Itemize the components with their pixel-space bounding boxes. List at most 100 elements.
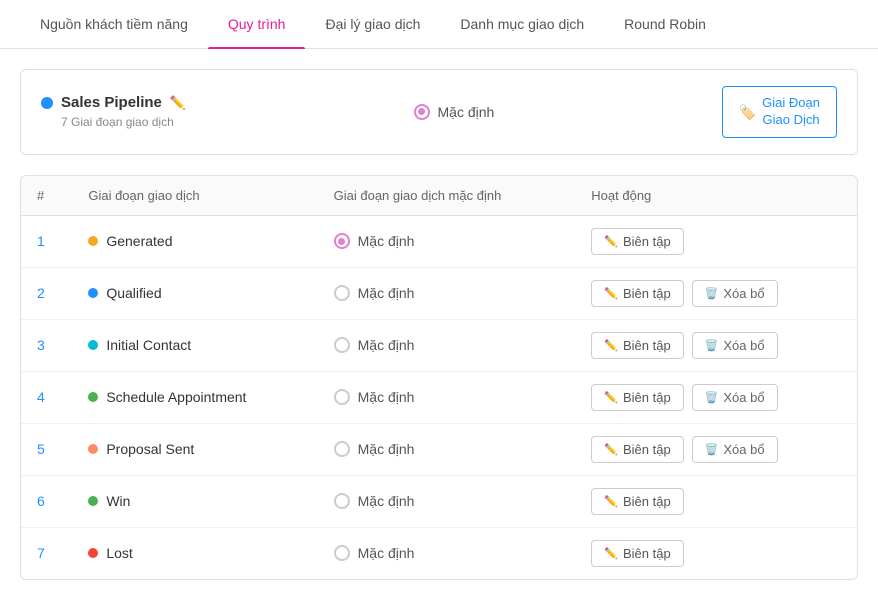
- default-radio-cell: Mặc định: [318, 215, 576, 267]
- stages-table-wrapper: # Giai đoạn giao dịch Giai đoạn giao dịc…: [20, 175, 858, 580]
- trash-icon: 🗑️: [705, 287, 719, 300]
- default-radio-cell: Mặc định: [318, 423, 576, 475]
- edit-button[interactable]: ✏️ Biên tập: [591, 488, 683, 515]
- col-default: Giai đoạn giao dịch mặc định: [318, 176, 576, 216]
- pipeline-title: Sales Pipeline: [61, 94, 162, 111]
- row-number: 6: [21, 475, 72, 527]
- col-stage: Giai đoạn giao dịch: [72, 176, 317, 216]
- stage-label: Qualified: [106, 285, 161, 301]
- col-action: Hoạt động: [575, 176, 857, 216]
- edit-icon: ✏️: [604, 495, 618, 508]
- default-radio-label: Mặc định: [358, 337, 415, 353]
- stage-name-cell: Initial Contact: [72, 319, 317, 371]
- col-num: #: [21, 176, 72, 216]
- stage-label: Schedule Appointment: [106, 389, 246, 405]
- action-cell: ✏️ Biên tập: [575, 527, 857, 579]
- row-number: 5: [21, 423, 72, 475]
- default-radio-label: Mặc định: [358, 493, 415, 509]
- edit-button[interactable]: ✏️ Biên tập: [591, 332, 683, 359]
- btn-stage-text: Giai Đoạn Giao Dịch: [762, 95, 820, 129]
- stage-name-cell: Proposal Sent: [72, 423, 317, 475]
- default-radio-label: Mặc định: [358, 441, 415, 457]
- pipeline-dot: [41, 97, 53, 109]
- edit-button[interactable]: ✏️ Biên tập: [591, 228, 683, 255]
- action-cell: ✏️ Biên tập 🗑️ Xóa bổ: [575, 319, 857, 371]
- table-row: 6 Win Mặc định ✏️ Biên tập: [21, 475, 857, 527]
- trash-icon: 🗑️: [705, 443, 719, 456]
- pipeline-card: Sales Pipeline ✏️ 7 Giai đoạn giao dịch …: [20, 69, 858, 155]
- default-radio-cell: Mặc định: [318, 371, 576, 423]
- tab-danh-muc[interactable]: Danh mục giao dịch: [440, 0, 604, 48]
- default-radio[interactable]: [334, 441, 350, 457]
- action-cell: ✏️ Biên tập: [575, 475, 857, 527]
- edit-icon: ✏️: [604, 443, 618, 456]
- add-stage-button[interactable]: 🏷️ Giai Đoạn Giao Dịch: [722, 86, 837, 138]
- delete-button[interactable]: 🗑️ Xóa bổ: [692, 384, 778, 411]
- stage-name-cell: Schedule Appointment: [72, 371, 317, 423]
- default-radio-cell: Mặc định: [318, 527, 576, 579]
- edit-icon: ✏️: [604, 547, 618, 560]
- edit-icon: ✏️: [604, 339, 618, 352]
- edit-icon: ✏️: [604, 287, 618, 300]
- trash-icon: 🗑️: [705, 339, 719, 352]
- stage-name-cell: Qualified: [72, 267, 317, 319]
- default-radio[interactable]: [334, 233, 350, 249]
- nav-tabs: Nguồn khách tiềm năng Quy trình Đại lý g…: [0, 0, 878, 49]
- default-radio[interactable]: [334, 285, 350, 301]
- stage-color-dot: [88, 340, 98, 350]
- stage-label: Lost: [106, 545, 132, 561]
- stage-color-dot: [88, 548, 98, 558]
- default-radio[interactable]: [334, 337, 350, 353]
- stage-label: Win: [106, 493, 130, 509]
- pipeline-edit-icon[interactable]: ✏️: [170, 95, 186, 111]
- edit-icon: ✏️: [604, 391, 618, 404]
- trash-icon: 🗑️: [705, 391, 719, 404]
- edit-button[interactable]: ✏️ Biên tập: [591, 540, 683, 567]
- pipeline-default: Mặc định: [414, 104, 495, 120]
- row-number: 7: [21, 527, 72, 579]
- row-number: 3: [21, 319, 72, 371]
- stage-label: Initial Contact: [106, 337, 191, 353]
- delete-button[interactable]: 🗑️ Xóa bổ: [692, 280, 778, 307]
- action-cell: ✏️ Biên tập 🗑️ Xóa bổ: [575, 423, 857, 475]
- default-radio[interactable]: [334, 493, 350, 509]
- action-cell: ✏️ Biên tập 🗑️ Xóa bổ: [575, 371, 857, 423]
- main-content: Sales Pipeline ✏️ 7 Giai đoạn giao dịch …: [0, 49, 878, 600]
- table-row: 2 Qualified Mặc định ✏️ Biên tập 🗑️ Xóa bổ: [21, 267, 857, 319]
- row-number: 1: [21, 215, 72, 267]
- tab-quy-trinh[interactable]: Quy trình: [208, 0, 306, 48]
- table-row: 3 Initial Contact Mặc định ✏️ Biên tập 🗑️ Xó…: [21, 319, 857, 371]
- edit-icon: ✏️: [604, 235, 618, 248]
- pipeline-title-row: Sales Pipeline ✏️: [41, 94, 186, 111]
- pipeline-info: Sales Pipeline ✏️ 7 Giai đoạn giao dịch: [41, 94, 186, 129]
- edit-button[interactable]: ✏️ Biên tập: [591, 280, 683, 307]
- default-radio[interactable]: [334, 545, 350, 561]
- action-cell: ✏️ Biên tập 🗑️ Xóa bổ: [575, 267, 857, 319]
- default-radio-selected[interactable]: [414, 104, 430, 120]
- delete-button[interactable]: 🗑️ Xóa bổ: [692, 436, 778, 463]
- tab-dai-ly[interactable]: Đại lý giao dịch: [305, 0, 440, 48]
- table-row: 7 Lost Mặc định ✏️ Biên tập: [21, 527, 857, 579]
- edit-button[interactable]: ✏️ Biên tập: [591, 384, 683, 411]
- stage-label: Generated: [106, 233, 172, 249]
- edit-button[interactable]: ✏️ Biên tập: [591, 436, 683, 463]
- stage-color-dot: [88, 444, 98, 454]
- default-radio-label: Mặc định: [358, 233, 415, 249]
- delete-button[interactable]: 🗑️ Xóa bổ: [692, 332, 778, 359]
- row-number: 2: [21, 267, 72, 319]
- tab-round-robin[interactable]: Round Robin: [604, 0, 726, 48]
- table-header-row: # Giai đoạn giao dịch Giai đoạn giao dịc…: [21, 176, 857, 216]
- stage-color-dot: [88, 236, 98, 246]
- default-radio[interactable]: [334, 389, 350, 405]
- stages-table: # Giai đoạn giao dịch Giai đoạn giao dịc…: [21, 176, 857, 579]
- tab-nguon[interactable]: Nguồn khách tiềm năng: [20, 0, 208, 48]
- stage-name-cell: Win: [72, 475, 317, 527]
- add-stage-icon: 🏷️: [739, 103, 756, 121]
- table-row: 1 Generated Mặc định ✏️ Biên tập: [21, 215, 857, 267]
- row-number: 4: [21, 371, 72, 423]
- stage-name-cell: Lost: [72, 527, 317, 579]
- action-cell: ✏️ Biên tập: [575, 215, 857, 267]
- stage-color-dot: [88, 392, 98, 402]
- stage-color-dot: [88, 496, 98, 506]
- default-radio-label: Mặc định: [358, 285, 415, 301]
